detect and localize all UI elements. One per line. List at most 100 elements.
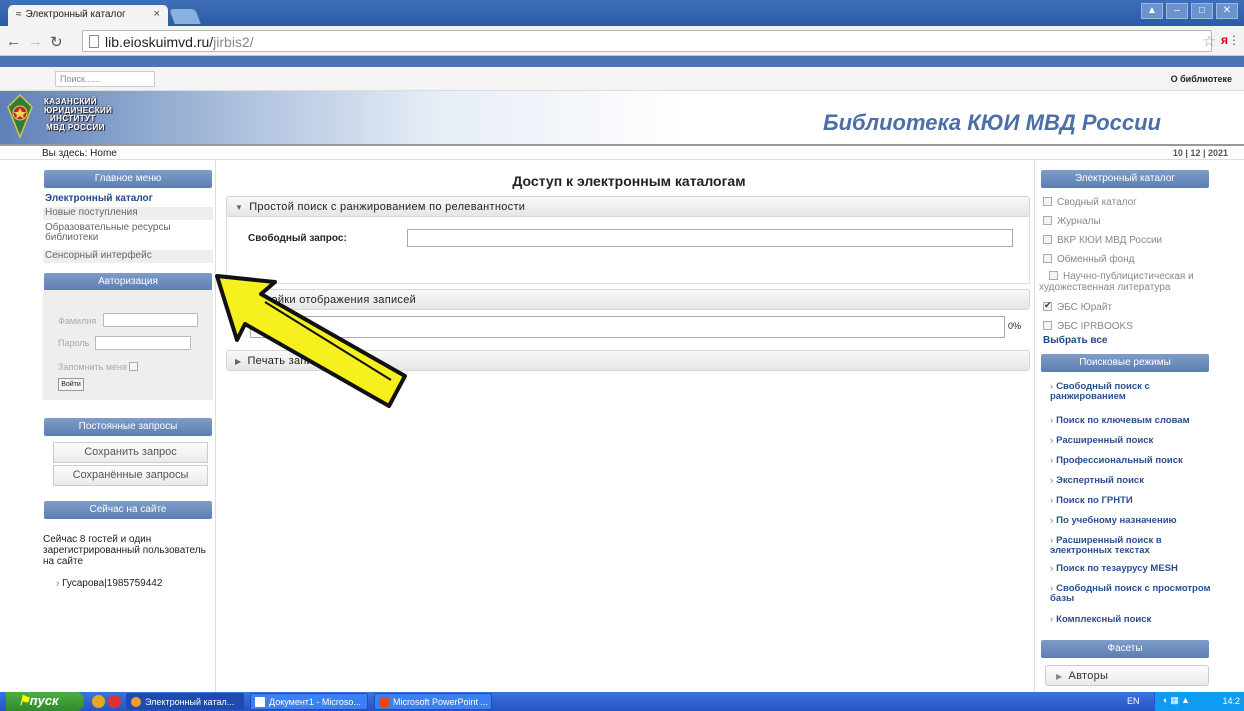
login-button[interactable]: Войти	[58, 378, 84, 391]
search-mode-label: Поиск по ГРНТИ	[1056, 495, 1133, 506]
browser-menu-icon[interactable]: ⋮	[1228, 33, 1240, 47]
bullet-icon: ›	[1050, 495, 1054, 506]
search-mode-item[interactable]: › Экспертный поиск	[1050, 476, 1218, 486]
header-band	[0, 56, 1244, 67]
print-panel-header[interactable]: ▶ Печать запи	[226, 350, 1030, 371]
remember-me-text: Запомнить меня	[58, 362, 127, 372]
windows-flag-icon: ⚑	[18, 693, 30, 708]
opera-icon[interactable]	[108, 695, 121, 708]
start-label: пуск	[29, 693, 59, 708]
surname-input[interactable]	[103, 313, 198, 327]
url-input[interactable]: lib.eioskuimvd.ru/jirbis2/	[82, 30, 1212, 52]
start-button[interactable]: ⚑пуск	[6, 692, 84, 711]
site-search-input[interactable]: Поиск......	[55, 71, 155, 87]
search-mode-item[interactable]: › Поиск по ключевым словам	[1050, 416, 1218, 426]
expanded-triangle-icon: ▼	[235, 203, 244, 212]
search-mode-item[interactable]: › Расширенный поиск в электронных текстах	[1050, 536, 1218, 556]
menu-item-sensor-interface[interactable]: Сенсорный интерфейс	[43, 250, 213, 263]
simple-search-panel-header[interactable]: ▼ Простой поиск с ранжированием по релева…	[226, 196, 1030, 217]
new-tab-button[interactable]	[169, 9, 201, 24]
system-tray: EN ◐▦▲ 14:2	[1127, 692, 1244, 711]
taskbar-item-powerpoint[interactable]: Microsoft PowerPoint ...	[374, 693, 492, 710]
catalog-checkbox[interactable]	[1043, 321, 1052, 330]
catalog-label: ЭБС IPRBOOKS	[1057, 321, 1133, 332]
search-mode-item[interactable]: › Поиск по ГРНТИ	[1050, 496, 1218, 506]
menu-item-educational-resources[interactable]: Образовательные ресурсы библиотеки	[43, 223, 193, 243]
online-user-name[interactable]: Гусарова|1985759442	[62, 578, 162, 589]
right-sidebar: Электронный каталог Сводный каталог Журн…	[1034, 160, 1219, 692]
catalog-option[interactable]: ЭБС Юрайт	[1043, 300, 1215, 313]
user-icon[interactable]: ▲	[1141, 3, 1163, 19]
menu-item-new-arrivals[interactable]: Новые поступления	[43, 207, 213, 220]
panel-title: Простой поиск с ранжированием по релеван…	[249, 201, 526, 213]
bullet-icon: ›	[1050, 455, 1054, 466]
search-mode-item[interactable]: › По учебному назначению	[1050, 516, 1218, 526]
online-user: › Гусарова|1985759442	[56, 578, 162, 589]
language-indicator[interactable]: EN	[1127, 696, 1140, 706]
search-mode-item[interactable]: › Свободный поиск с ранжированием	[1050, 382, 1218, 402]
search-mode-label: Поиск по тезаурусу MESH	[1056, 563, 1178, 574]
catalog-label: Журналы	[1057, 216, 1101, 227]
catalog-option[interactable]: ЭБС IPRBOOKS	[1043, 321, 1215, 332]
taskbar-item-label: Microsoft PowerPoint ...	[393, 697, 489, 707]
catalog-checkbox[interactable]	[1043, 254, 1052, 263]
catalog-checkbox[interactable]	[1049, 271, 1058, 280]
minimize-icon[interactable]: –	[1166, 3, 1188, 19]
search-mode-item[interactable]: › Расширенный поиск	[1050, 436, 1218, 446]
saved-queries-button[interactable]: Сохранённые запросы	[53, 465, 208, 486]
catalog-checkbox[interactable]	[1043, 235, 1052, 244]
browser-tab[interactable]: ≈ Электронный каталог ×	[8, 5, 168, 26]
forward-icon[interactable]: →	[28, 33, 43, 50]
catalog-option[interactable]: Журналы	[1043, 216, 1215, 227]
catalog-checkbox[interactable]	[1043, 216, 1052, 225]
institute-emblem-icon	[7, 93, 33, 139]
clock: 14:2	[1222, 696, 1240, 706]
catalog-option[interactable]: Сводный каталог	[1043, 197, 1215, 208]
taskbar-item-browser[interactable]: Электронный катал...	[126, 693, 244, 710]
taskbar-item-word[interactable]: Документ1 - Microso...	[250, 693, 368, 710]
search-mode-label: Свободный поиск с просмотром базы	[1050, 583, 1211, 604]
address-bar-row: ← → ↻ lib.eioskuimvd.ru/jirbis2/ ☆ я ⋮	[0, 26, 1244, 56]
search-mode-item[interactable]: › Поиск по тезаурусу MESH	[1050, 564, 1218, 574]
firefox-icon[interactable]	[92, 695, 105, 708]
main-menu-header: Главное меню	[44, 170, 212, 188]
maximize-icon[interactable]: □	[1191, 3, 1213, 19]
tab-title: Электронный каталог	[25, 9, 126, 20]
remember-me-checkbox[interactable]	[129, 362, 139, 371]
free-query-input[interactable]	[407, 229, 1013, 247]
catalog-option[interactable]: ВКР КЮИ МВД России	[1043, 235, 1215, 246]
about-library-link[interactable]: О библиотеке	[1171, 74, 1232, 84]
catalog-option[interactable]: Научно-публицистическая и художественная…	[1039, 271, 1211, 293]
panel-title: ройки отображения записей	[265, 294, 417, 306]
catalog-label: ЭБС Юрайт	[1057, 302, 1113, 313]
facet-authors[interactable]: ▶ Авторы	[1045, 665, 1209, 686]
search-mode-item[interactable]: › Комплексный поиск	[1050, 615, 1218, 625]
password-input[interactable]	[95, 336, 191, 350]
select-all-link[interactable]: Выбрать все	[1043, 335, 1107, 346]
back-icon[interactable]: ←	[6, 33, 21, 50]
close-window-icon[interactable]: ✕	[1216, 3, 1238, 19]
save-query-button[interactable]: Сохранить запрос	[53, 442, 208, 463]
catalog-option[interactable]: Обменный фонд	[1043, 254, 1215, 265]
search-mode-label: Расширенный поиск	[1056, 435, 1154, 446]
catalog-checkbox[interactable]	[1043, 197, 1052, 206]
bullet-icon: ›	[1050, 435, 1054, 446]
progress-bar	[250, 316, 1005, 338]
search-mode-item[interactable]: › Свободный поиск с просмотром базы	[1050, 584, 1218, 604]
menu-item-electronic-catalog[interactable]: Электронный каталог	[43, 193, 213, 204]
yandex-icon[interactable]: я	[1221, 33, 1228, 47]
bullet-icon: ›	[1050, 515, 1054, 526]
collapsed-triangle-icon: ▶	[1056, 672, 1063, 681]
bookmark-star-icon[interactable]: ☆	[1203, 32, 1216, 50]
institute-logo-text: КАЗАНСКИЙ ЮРИДИЧЕСКИЙ ИНСТИТУТ МВД РОССИ…	[44, 97, 112, 132]
catalog-checkbox[interactable]	[1043, 300, 1052, 311]
search-mode-label: Расширенный поиск в электронных текстах	[1050, 535, 1162, 556]
tray-icons[interactable]: ◐▦▲	[1163, 695, 1192, 706]
display-settings-panel-header[interactable]: ройки отображения записей	[226, 289, 1030, 310]
reload-icon[interactable]: ↻	[50, 33, 63, 51]
close-tab-icon[interactable]: ×	[154, 8, 160, 20]
search-mode-label: Свободный поиск с ранжированием	[1050, 381, 1150, 402]
site-title: Библиотека КЮИ МВД России	[823, 110, 1161, 135]
collapsed-triangle-icon: ▶	[235, 357, 242, 366]
search-mode-item[interactable]: › Профессиональный поиск	[1050, 456, 1218, 466]
